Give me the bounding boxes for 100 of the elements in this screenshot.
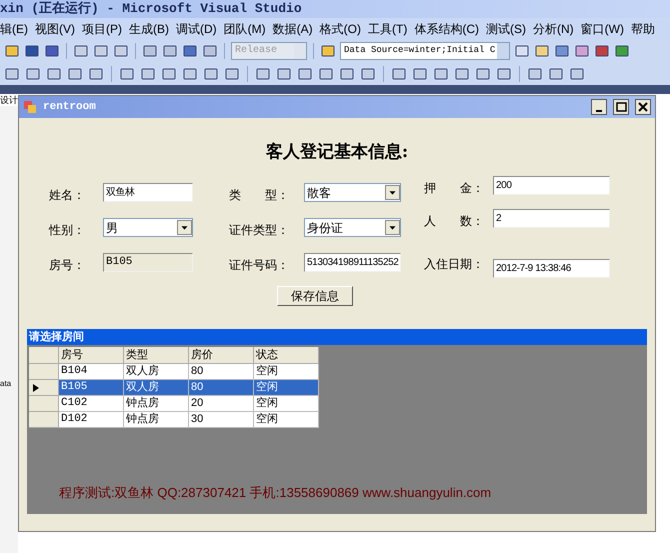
toolbar-icon[interactable] [534,42,550,58]
menu-item[interactable]: 视图(V) [35,20,75,38]
field-label: 押 金： [424,180,485,197]
toolbar-icon[interactable] [554,42,570,58]
toolbar-icon[interactable] [202,42,218,58]
toolbar-icon[interactable] [569,66,585,82]
toolbar-icon[interactable] [475,66,491,82]
toolbar-icon[interactable] [412,66,428,82]
field-label: 证件类型： [229,222,290,239]
toolbar-icon[interactable] [320,42,336,58]
menu-item[interactable]: 窗口(W) [580,20,624,38]
toolbar-icon[interactable] [161,66,177,82]
dropdown[interactable]: 散客 [304,183,401,202]
toolbar-icon[interactable] [527,66,543,82]
toolbar-icon[interactable] [514,42,530,58]
maximize-button[interactable] [613,99,629,115]
menu-item[interactable]: 工具(T) [368,20,408,38]
toolbar-icon[interactable] [4,42,20,58]
toolbar-icon[interactable] [614,42,630,58]
menu-item[interactable]: 数据(A) [272,20,313,38]
menu-item[interactable]: 格式(O) [320,20,361,38]
table-cell[interactable]: 80 [189,380,254,396]
side-text: ata [0,379,12,389]
toolbar-icon[interactable] [297,66,313,82]
menu-item[interactable]: 团队(M) [224,20,266,38]
toolbar-icon[interactable] [574,42,590,58]
table-cell[interactable]: 空闲 [254,396,319,412]
toolbar-icon[interactable] [203,66,219,82]
toolbar-icon[interactable] [391,66,407,82]
input-field[interactable]: 2 [493,209,610,228]
toolbar-icon[interactable] [360,66,376,82]
toolbar-icon[interactable] [119,66,135,82]
dropdown[interactable]: 身份证 [304,218,401,237]
menu-item[interactable]: 帮助 [631,20,655,38]
toolbar-icon[interactable] [276,66,292,82]
table-cell[interactable]: D102 [59,412,124,428]
column-header[interactable]: 状态 [254,347,319,364]
field-label: 房号： [49,257,86,274]
column-header[interactable]: 类型 [124,347,189,364]
toolbar-icon[interactable] [548,66,564,82]
table-cell[interactable]: 双人房 [124,364,189,380]
toolbar-icon[interactable] [142,42,158,58]
menu-item[interactable]: 调试(D) [176,20,217,38]
column-header[interactable]: 房号 [59,347,124,364]
dropdown[interactable]: Data Source=winter;Initial C [340,42,510,60]
table-cell[interactable]: 钟点房 [124,412,189,428]
input-field[interactable]: B105 [103,253,193,272]
toolbar-icon[interactable] [162,42,178,58]
toolbar-icon[interactable] [44,42,60,58]
toolbar-icon[interactable] [594,42,610,58]
close-button[interactable] [635,99,651,115]
menu-item[interactable]: 分析(N) [533,20,574,38]
table-cell[interactable]: B104 [59,364,124,380]
designer-tab[interactable]: 设计 [0,94,18,106]
table-cell[interactable]: 空闲 [254,364,319,380]
toolbar-icon[interactable] [67,66,83,82]
minimize-button[interactable] [591,99,607,115]
table-cell[interactable]: 双人房 [124,380,189,396]
toolbar-icon[interactable] [454,66,470,82]
toolbar-icon[interactable] [140,66,156,82]
toolbar-icon[interactable] [73,42,89,58]
toolbar-icon[interactable] [255,66,271,82]
toolbar-icon[interactable] [4,66,20,82]
toolbar-icon[interactable] [224,66,240,82]
menu-item[interactable]: 测试(S) [486,20,526,38]
table-cell[interactable]: 空闲 [254,380,319,396]
group-header: 请选择房间 [27,329,647,345]
input-field[interactable]: 200 [493,176,610,195]
table-cell[interactable]: 80 [189,364,254,380]
field-label: 证件号码： [229,257,290,274]
dropdown[interactable]: 男 [103,218,193,237]
field-label: 姓名： [49,187,86,204]
toolbar-icon[interactable] [182,42,198,58]
table-cell[interactable]: C102 [59,396,124,412]
table-cell[interactable]: B105 [59,380,124,396]
table-cell[interactable]: 30 [189,412,254,428]
table-cell[interactable]: 空闲 [254,412,319,428]
table-cell[interactable]: 钟点房 [124,396,189,412]
toolbar-icon[interactable] [24,42,40,58]
input-field[interactable]: 513034198911135252 [304,253,401,272]
toolbar-icon[interactable] [25,66,41,82]
menu-item[interactable]: 项目(P) [82,20,122,38]
input-field[interactable]: 双鱼林 [103,183,193,202]
toolbar-icon[interactable] [433,66,449,82]
save-button[interactable]: 保存信息 [277,286,353,306]
toolbar-icon[interactable] [46,66,62,82]
menu-item[interactable]: 辑(E) [0,20,28,38]
toolbar-icon[interactable] [182,66,198,82]
toolbar-icon[interactable] [318,66,334,82]
menu-item[interactable]: 生成(B) [129,20,169,38]
toolbar-icon[interactable] [93,42,109,58]
menu-item[interactable]: 体系结构(C) [414,20,479,38]
column-header[interactable]: 房价 [189,347,254,364]
toolbar-icon[interactable] [88,66,104,82]
field-label: 类 型： [229,187,290,204]
toolbar-icon[interactable] [113,42,129,58]
table-cell[interactable]: 20 [189,396,254,412]
toolbar-icon[interactable] [339,66,355,82]
toolbar-icon[interactable] [496,66,512,82]
input-field[interactable]: 2012-7-9 13:38:46 [493,259,610,278]
